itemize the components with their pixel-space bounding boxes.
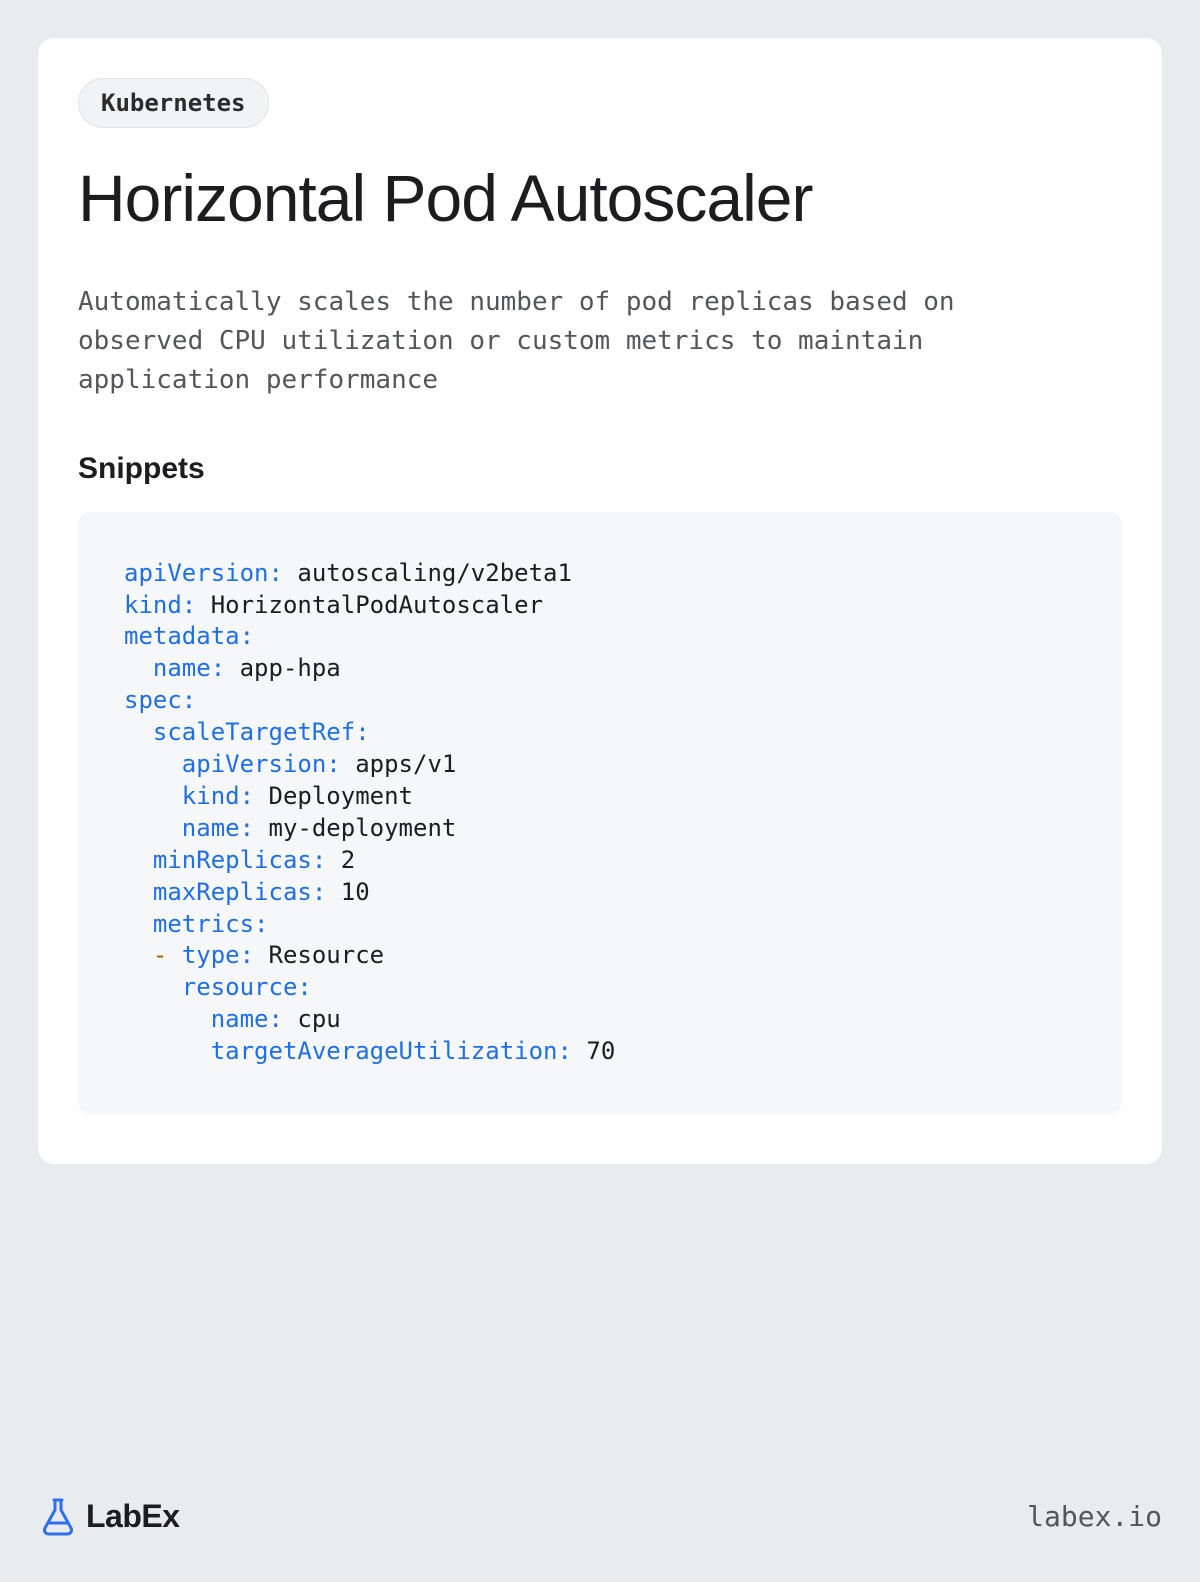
page-title: Horizontal Pod Autoscaler — [78, 162, 1122, 235]
category-tag: Kubernetes — [78, 78, 269, 128]
brand-name: LabEx — [86, 1498, 180, 1535]
content-card: Kubernetes Horizontal Pod Autoscaler Aut… — [38, 38, 1162, 1164]
footer: LabEx labex.io — [38, 1496, 1162, 1536]
site-url: labex.io — [1027, 1500, 1162, 1533]
flask-icon — [38, 1496, 78, 1536]
description-text: Automatically scales the number of pod r… — [78, 283, 1078, 400]
brand-logo: LabEx — [38, 1496, 180, 1536]
code-snippet: apiVersion: autoscaling/v2beta1 kind: Ho… — [78, 512, 1122, 1115]
snippets-heading: Snippets — [78, 452, 1122, 486]
